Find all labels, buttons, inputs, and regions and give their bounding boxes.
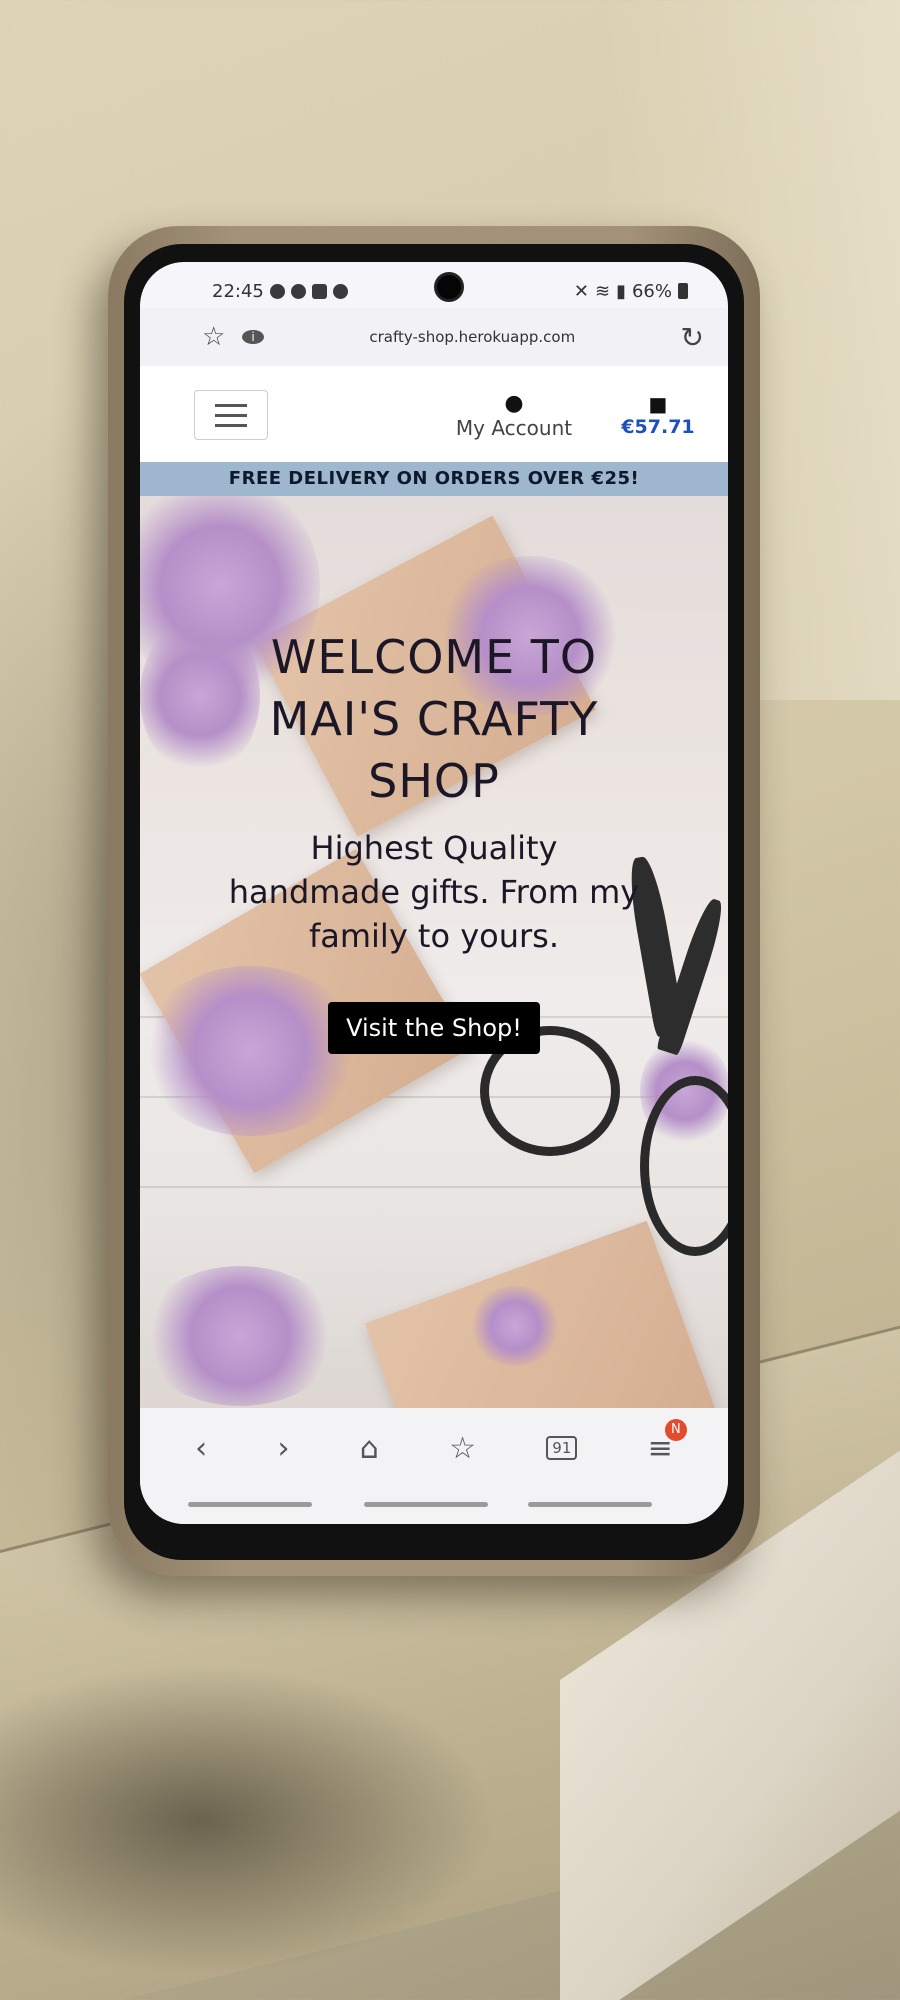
home-icon[interactable]: ⌂ [360, 1431, 379, 1466]
bookmarks-icon[interactable]: ☆ [449, 1431, 476, 1466]
app-notification-icon [311, 283, 327, 299]
info-icon[interactable]: i [242, 330, 264, 344]
status-time: 22:45 [212, 280, 264, 302]
menu-line [215, 403, 247, 407]
facebook-icon [290, 283, 306, 299]
hero-title: WELCOME TO MAI'S CRAFTY SHOP [269, 630, 599, 808]
site-header: ● My Account ■ €57.71 [140, 366, 728, 462]
battery-level: 66% [631, 280, 672, 302]
menu-line [215, 423, 247, 427]
visit-shop-button[interactable]: Visit the Shop! [328, 1002, 540, 1054]
shopping-bag-link[interactable]: ■ €57.71 [608, 392, 708, 438]
forward-icon[interactable]: › [277, 1431, 289, 1466]
back-icon[interactable]: ‹ [195, 1431, 207, 1466]
user-icon: ● [504, 391, 524, 416]
tabs-icon[interactable]: 91 [546, 1436, 578, 1460]
gesture-hint [528, 1502, 652, 1507]
mute-icon: ✕ [573, 280, 589, 302]
wifi-icon: ≋ [594, 280, 611, 302]
signal-icon: ▮ [616, 280, 626, 302]
menu-icon[interactable]: ≡ N [648, 1418, 687, 1466]
lilac-flowers [140, 1266, 340, 1406]
gesture-hint [364, 1502, 488, 1507]
hero-content: WELCOME TO MAI'S CRAFTY SHOP Highest Qua… [140, 626, 728, 1054]
reload-icon[interactable]: ↻ [681, 321, 704, 354]
dnd-icon [269, 283, 285, 299]
hero-section: WELCOME TO MAI'S CRAFTY SHOP Highest Qua… [140, 496, 728, 1408]
front-camera [434, 272, 464, 302]
lilac-flowers [470, 1286, 560, 1366]
star-icon[interactable]: ☆ [202, 322, 232, 352]
notification-badge: N [664, 1418, 687, 1441]
browser-bottom-toolbar: ‹ › ⌂ ☆ 91 ≡ N [140, 1408, 728, 1524]
my-account-link[interactable]: ● My Account [434, 391, 594, 441]
delivery-banner: FREE DELIVERY ON ORDERS OVER €25! [140, 462, 728, 496]
phone-screen: 22:45 ✕ ≋ ▮ 66% ☆ i crafty-shop.herokuap… [140, 262, 728, 1524]
battery-icon [678, 283, 688, 299]
menu-line [215, 413, 247, 417]
url-text[interactable]: crafty-shop.herokuapp.com [264, 328, 681, 346]
hamburger-menu-button[interactable] [194, 390, 268, 440]
app-notification-icon [332, 283, 348, 299]
wood-grain [140, 1186, 728, 1188]
shopping-bag-icon: ■ [648, 392, 668, 416]
hero-subtitle: Highest Quality handmade gifts. From my … [228, 829, 640, 955]
browser-url-bar[interactable]: ☆ i crafty-shop.herokuapp.com ↻ [140, 308, 728, 366]
bag-total: €57.71 [621, 416, 695, 438]
my-account-label: My Account [455, 416, 573, 440]
gesture-hint [188, 1502, 312, 1507]
